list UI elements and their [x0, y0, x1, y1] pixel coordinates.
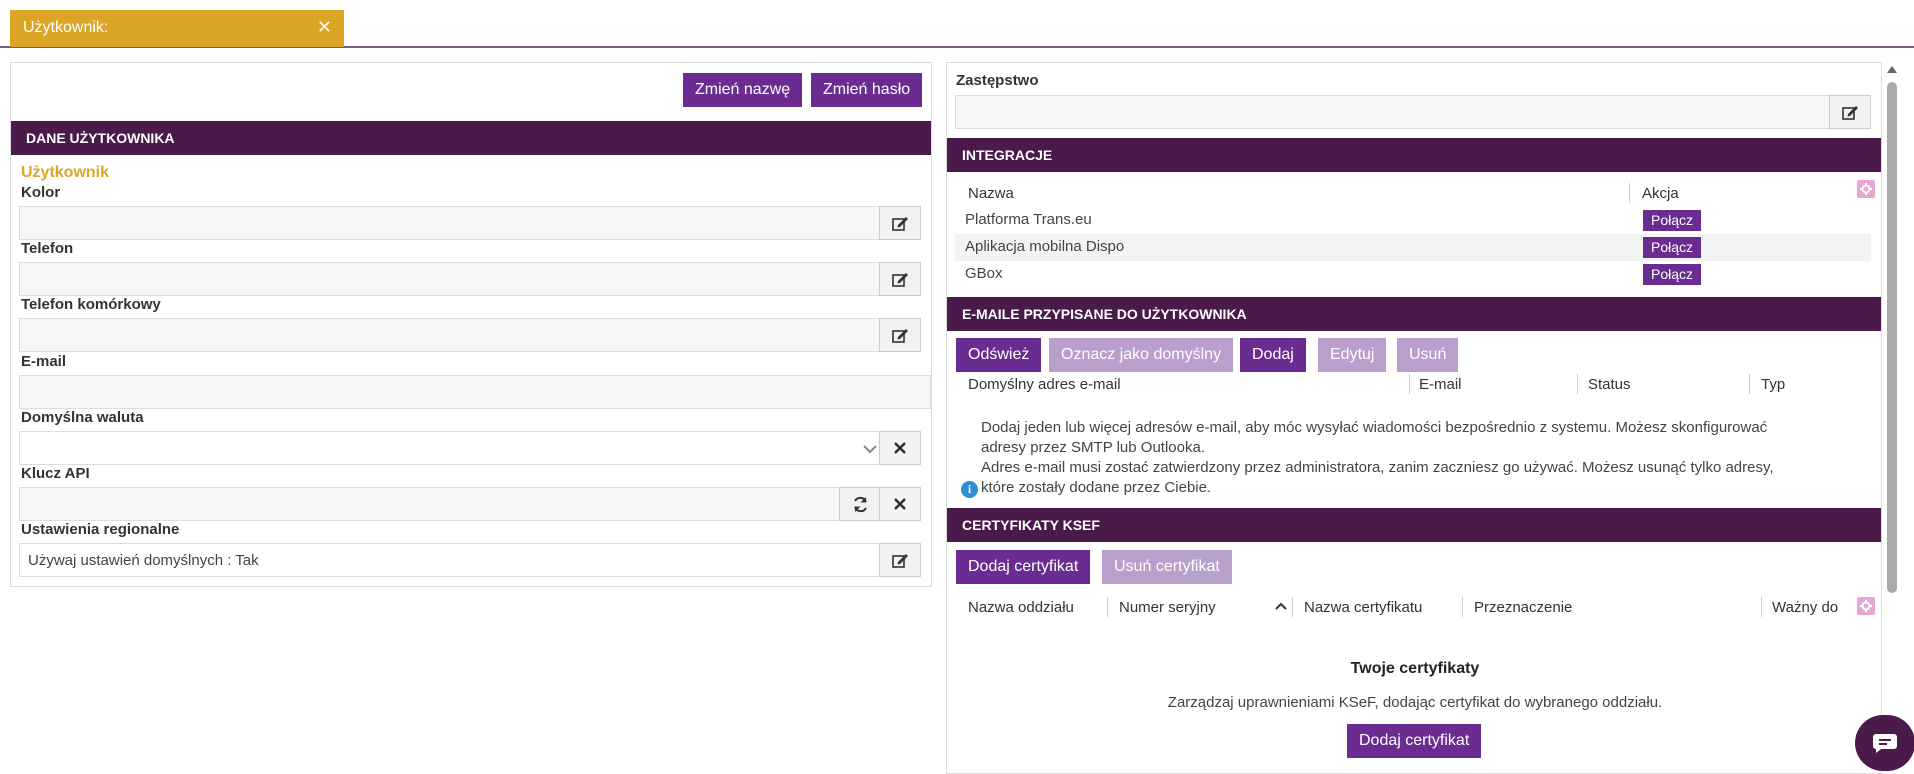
column-divider — [1761, 597, 1762, 617]
clear-icon — [894, 498, 906, 510]
column-valid-to: Ważny do — [1772, 599, 1839, 616]
edit-color-button[interactable] — [879, 206, 921, 240]
label-api-key: Klucz API — [21, 465, 90, 482]
column-divider — [1462, 597, 1463, 617]
empty-state-text: Zarządzaj uprawnieniami KSeF, dodając ce… — [1167, 694, 1663, 711]
edit-phone-button[interactable] — [879, 262, 921, 296]
connect-button[interactable]: Połącz — [1643, 237, 1702, 258]
label-color: Kolor — [21, 184, 61, 201]
chat-icon — [1873, 734, 1897, 753]
add-certificate-button[interactable]: Dodaj certyfikat — [956, 550, 1091, 584]
edit-icon — [1841, 105, 1858, 120]
empty-state-title: Twoje certyfikaty — [1350, 660, 1480, 677]
label-mobile: Telefon komórkowy — [21, 296, 161, 313]
add-email-button[interactable]: Dodaj — [1240, 338, 1306, 372]
column-status: Status — [1588, 376, 1631, 393]
remove-email-button[interactable]: Usuń — [1397, 338, 1459, 372]
connect-button[interactable]: Połącz — [1643, 264, 1702, 285]
scroll-up-arrow-icon[interactable] — [1887, 66, 1897, 73]
tab-user[interactable]: Użytkownik: ✕ — [10, 10, 344, 47]
column-type: Typ — [1761, 376, 1786, 393]
substitution-field — [955, 95, 1837, 129]
column-divider — [1749, 374, 1750, 394]
column-divider — [1409, 374, 1410, 394]
clear-currency-button[interactable] — [879, 431, 921, 465]
info-icon: i — [961, 481, 978, 498]
regional-settings-field: Używaj ustawień domyślnych : Tak — [19, 543, 889, 577]
section-header-integrations: INTEGRACJE — [947, 138, 1881, 172]
close-icon[interactable]: ✕ — [317, 18, 332, 36]
user-heading: Użytkownik — [21, 164, 110, 181]
column-branch: Nazwa oddziału — [968, 599, 1074, 616]
column-cert-name: Nazwa certyfikatu — [1304, 599, 1423, 616]
refresh-icon — [853, 496, 867, 512]
gear-icon — [1860, 183, 1872, 195]
sort-ascending-icon[interactable] — [1274, 601, 1288, 611]
phone-field — [19, 262, 889, 296]
gear-icon — [1860, 600, 1872, 612]
integration-row: Aplikacja mobilna Dispo Połącz — [955, 234, 1871, 261]
column-divider — [1292, 597, 1293, 617]
tab-title: Użytkownik: — [23, 19, 109, 36]
scroll-thumb[interactable] — [1887, 82, 1897, 593]
edit-icon — [891, 272, 908, 287]
section-header-emails: E-MAILE PRZYPISANE DO UŻYTKOWNIKA — [947, 297, 1881, 331]
section-header-user-data: DANE UŻYTKOWNIKA — [11, 121, 931, 155]
tab-bar: Użytkownik: ✕ — [0, 0, 1914, 48]
email-field[interactable] — [19, 375, 931, 409]
edit-icon — [891, 328, 908, 343]
info-text-4: które zostały dodane przez Ciebie. — [981, 479, 1212, 496]
column-serial: Numer seryjny — [1119, 599, 1216, 616]
edit-substitution-button[interactable] — [1829, 95, 1871, 129]
column-action: Akcja — [1642, 185, 1679, 202]
chevron-down-icon — [863, 445, 877, 454]
column-name: Nazwa — [968, 185, 1014, 202]
right-panel: Zastępstwo INTEGRACJE Nazwa Akcja Platfo… — [946, 62, 1882, 774]
clear-api-key-button[interactable] — [879, 487, 921, 521]
empty-state-add-certificate-button[interactable]: Dodaj certyfikat — [1347, 724, 1482, 758]
info-text-2: adresy przez SMTP lub Outlooka. — [981, 439, 1205, 456]
edit-regional-button[interactable] — [879, 543, 921, 577]
api-key-field — [19, 487, 849, 521]
currency-select[interactable] — [19, 431, 889, 465]
rename-button[interactable]: Zmień nazwę — [683, 73, 803, 107]
column-divider — [1107, 597, 1108, 617]
label-regional: Ustawienia regionalne — [21, 521, 180, 538]
color-field — [19, 206, 889, 240]
user-data-panel: Zmień nazwę Zmień hasło DANE UŻYTKOWNIKA… — [10, 62, 932, 587]
regenerate-api-key-button[interactable] — [839, 487, 881, 521]
column-divider — [1577, 374, 1578, 394]
settings-gear-icon[interactable] — [1857, 180, 1875, 198]
column-purpose: Przeznaczenie — [1474, 599, 1573, 616]
chat-button[interactable] — [1855, 715, 1914, 771]
set-default-button[interactable]: Oznacz jako domyślny — [1049, 338, 1234, 372]
edit-mobile-button[interactable] — [879, 318, 921, 352]
clear-icon — [894, 442, 906, 454]
scrollbar[interactable] — [1883, 62, 1901, 774]
label-phone: Telefon — [21, 240, 74, 257]
edit-icon — [891, 553, 908, 568]
edit-icon — [891, 216, 908, 231]
label-currency: Domyślna waluta — [21, 409, 144, 426]
column-divider — [1629, 183, 1630, 203]
mobile-field — [19, 318, 889, 352]
edit-email-button[interactable]: Edytuj — [1318, 338, 1387, 372]
change-password-button[interactable]: Zmień hasło — [811, 73, 923, 107]
column-email: E-mail — [1419, 376, 1462, 393]
info-text-3: Adres e-mail musi zostać zatwierdzony pr… — [981, 459, 1774, 476]
label-substitution: Zastępstwo — [956, 72, 1039, 89]
integration-row: GBox Połącz — [955, 261, 1871, 288]
column-default-email: Domyślny adres e-mail — [968, 376, 1121, 393]
integration-row: Platforma Trans.eu Połącz — [955, 207, 1871, 234]
info-text-1: Dodaj jeden lub więcej adresów e-mail, a… — [981, 419, 1768, 436]
remove-certificate-button[interactable]: Usuń certyfikat — [1102, 550, 1232, 584]
section-header-ksef: CERTYFIKATY KSEF — [947, 508, 1881, 542]
connect-button[interactable]: Połącz — [1643, 210, 1702, 231]
label-email: E-mail — [21, 353, 67, 370]
refresh-button[interactable]: Odśwież — [956, 338, 1042, 372]
settings-gear-icon[interactable] — [1857, 597, 1875, 615]
